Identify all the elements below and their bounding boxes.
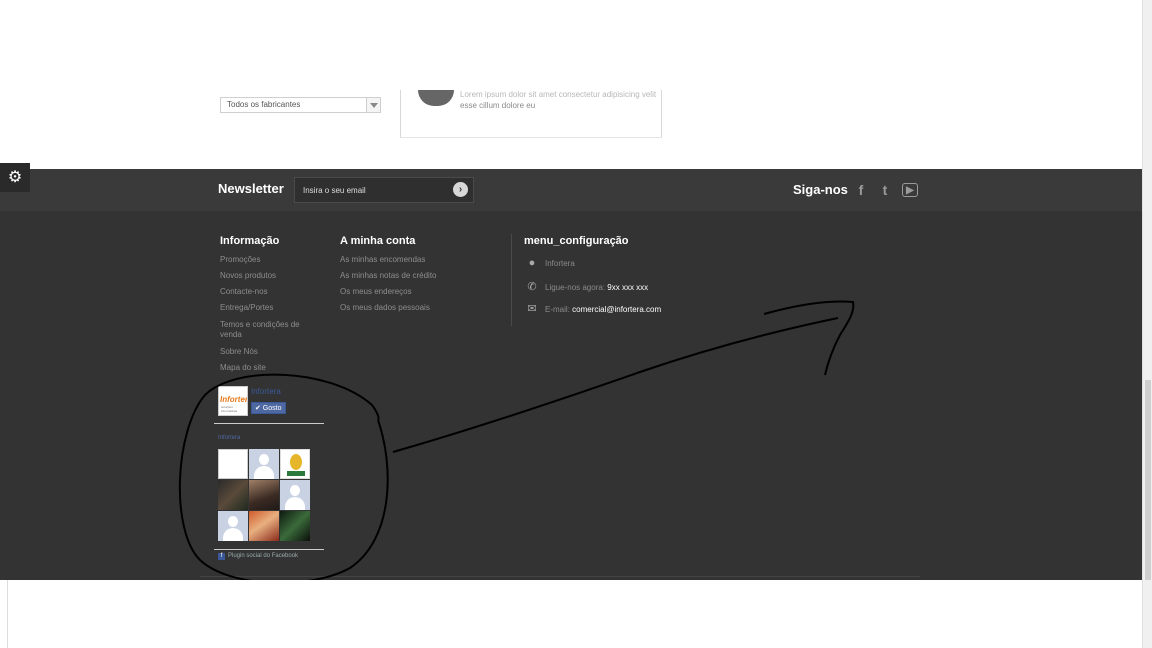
facebook-plugin-label: f Plugin social do Facebook	[218, 553, 298, 560]
company-name: Infortera	[545, 259, 575, 268]
newsletter-bar	[0, 169, 1142, 211]
fan-avatar[interactable]	[280, 480, 310, 510]
logo-text: Infortera	[220, 395, 248, 404]
footer-link-novos-produtos[interactable]: Novos produtos	[220, 272, 320, 281]
footer-link-enderecos[interactable]: Os meus endereços	[340, 288, 500, 297]
info-links: Promoções Novos produtos Contacte-nos En…	[220, 255, 320, 380]
account-links: As minhas encomendas As minhas notas de …	[340, 255, 500, 320]
config-column-title: menu_configuração	[524, 235, 629, 247]
manufacturer-select[interactable]: Todos os fabricantes	[220, 97, 381, 113]
email-label: E-mail:	[545, 305, 570, 314]
facebook-fans-link[interactable]: Infortera	[218, 435, 240, 441]
fan-avatar[interactable]	[249, 480, 279, 510]
footer-link-encomendas[interactable]: As minhas encomendas	[340, 255, 500, 265]
map-pin-icon: ●	[528, 257, 536, 269]
phone-value: 9xx xxx xxx	[607, 283, 649, 292]
chevron-down-icon[interactable]	[366, 98, 380, 112]
facebook-page-logo[interactable]: Infortera soluções informáticas	[218, 386, 248, 416]
service-text-line: Lorem ipsum dolor sit amet consectetur a…	[460, 90, 657, 99]
logo-subtext: soluções informáticas	[221, 405, 238, 413]
facebook-page-name[interactable]: Infortera	[251, 387, 281, 396]
youtube-icon[interactable]: ▶	[902, 183, 918, 197]
contact-email: ✉ E-mail: comercial@infortera.com	[525, 302, 661, 315]
page: Todos os fabricantes Lorem ipsum dolor s…	[0, 0, 1152, 648]
footer-link-contacte-nos[interactable]: Contacte-nos	[220, 288, 320, 297]
scrollbar[interactable]	[1142, 0, 1152, 648]
fan-avatar[interactable]	[218, 449, 248, 479]
fan-avatar[interactable]	[249, 511, 279, 541]
box-bottom-border	[400, 137, 662, 138]
service-text: Lorem ipsum dolor sit amet consectetur a…	[460, 89, 660, 111]
newsletter-title: Newsletter	[218, 181, 284, 196]
fan-avatar[interactable]	[280, 449, 310, 479]
plugin-text: Plugin social do Facebook	[228, 553, 299, 559]
scrollbar-thumb[interactable]	[1145, 380, 1151, 580]
fan-avatar[interactable]	[218, 480, 248, 510]
footer-link-mapa-site[interactable]: Mapa do site	[220, 364, 320, 373]
email-link[interactable]: comercial@infortera.com	[572, 305, 661, 314]
newsletter-submit-icon[interactable]: ›	[453, 182, 468, 197]
footer-link-entrega-portes[interactable]: Entrega/Portes	[220, 304, 320, 313]
fan-avatar[interactable]	[249, 449, 279, 479]
service-text-line: esse cillum dolore eu	[460, 101, 536, 110]
account-column-title: A minha conta	[340, 235, 416, 247]
facebook-like-button[interactable]: ✔ Gosto	[251, 402, 286, 414]
gear-icon[interactable]: ⚙	[0, 163, 30, 192]
divider	[214, 549, 324, 550]
fan-avatar[interactable]	[280, 511, 310, 541]
column-divider	[511, 234, 512, 326]
contact-phone: ✆ Ligue-nos agora: 9xx xxx xxx	[525, 280, 648, 293]
newsletter-email-input[interactable]: Insira o seu email	[294, 177, 474, 203]
twitter-icon[interactable]: t	[877, 181, 893, 199]
follow-title: Siga-nos	[793, 182, 848, 197]
facebook-icon: f	[218, 553, 225, 560]
footer-link-promocoes[interactable]: Promoções	[220, 255, 320, 265]
phone-icon: ✆	[527, 281, 537, 293]
column-divider	[661, 90, 662, 138]
fan-avatar[interactable]	[218, 511, 248, 541]
info-column-title: Informação	[220, 235, 280, 247]
envelope-icon: ✉	[527, 303, 537, 315]
content-area: Todos os fabricantes Lorem ipsum dolor s…	[0, 0, 1142, 169]
contact-address: ● Infortera	[525, 257, 575, 269]
footer-link-dados-pessoais[interactable]: Os meus dados pessoais	[340, 304, 500, 313]
facebook-icon[interactable]: f	[853, 181, 869, 199]
column-divider	[400, 90, 401, 138]
phone-label: Ligue-nos agora:	[545, 283, 606, 292]
page-bottom	[7, 580, 1148, 648]
manufacturer-select-value: Todos os fabricantes	[227, 100, 301, 109]
footer-link-termos[interactable]: Temos e condições de venda	[220, 320, 320, 340]
divider	[214, 423, 324, 424]
service-icon	[418, 90, 454, 106]
footer-divider	[200, 576, 920, 577]
footer-link-sobre-nos[interactable]: Sobre Nós	[220, 347, 320, 357]
footer-link-notas-credito[interactable]: As minhas notas de crédito	[340, 272, 500, 281]
